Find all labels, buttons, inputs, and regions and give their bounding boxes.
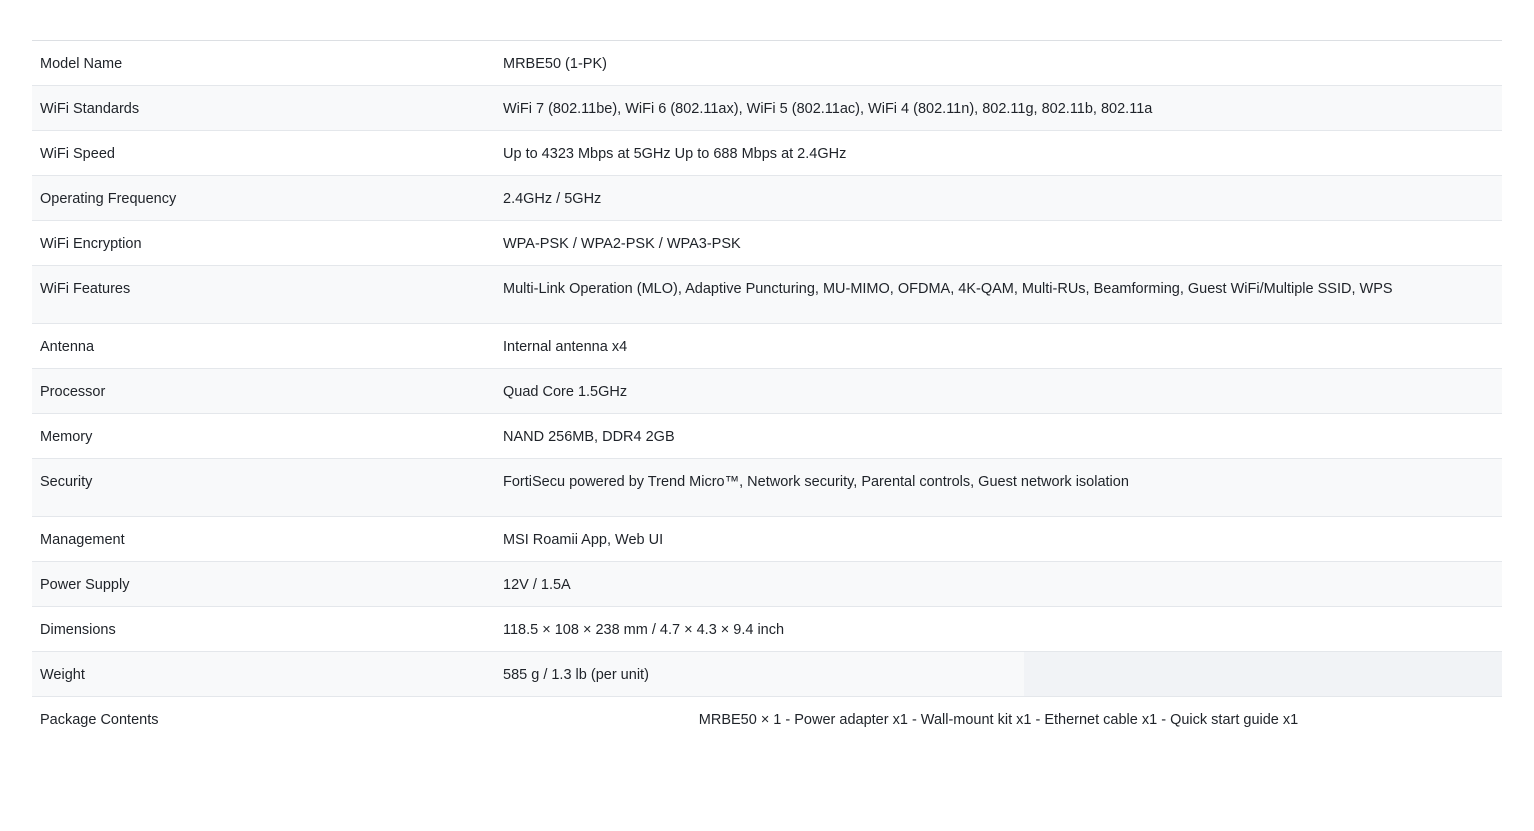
spec-row-operating-frequency: Operating Frequency 2.4GHz / 5GHz xyxy=(32,176,1502,221)
spec-value: MRBE50 (1-PK) xyxy=(503,56,607,72)
spec-value: Quad Core 1.5GHz xyxy=(503,384,628,400)
spec-row-antenna: Antenna Internal antenna x4 xyxy=(32,324,1502,369)
spec-row-power-supply: Power Supply 12V / 1.5A xyxy=(32,562,1502,607)
spec-label: Package Contents xyxy=(40,712,159,728)
spec-label: Memory xyxy=(40,429,93,445)
spec-row-memory: Memory NAND 256MB, DDR4 2GB xyxy=(32,414,1502,459)
spec-label: Security xyxy=(40,474,93,490)
specifications-table: Model Name MRBE50 (1-PK) WiFi Standards … xyxy=(32,40,1502,741)
spec-label: WiFi Encryption xyxy=(40,236,142,252)
spec-label: Antenna xyxy=(40,339,95,355)
spec-row-model-name: Model Name MRBE50 (1-PK) xyxy=(32,41,1502,86)
spec-value: 2.4GHz / 5GHz xyxy=(503,191,602,207)
spec-row-package-contents: Package Contents MRBE50 × 1 - Power adap… xyxy=(32,697,1502,741)
spec-label: Weight xyxy=(40,667,85,683)
spec-row-wifi-standards: WiFi Standards WiFi 7 (802.11be), WiFi 6… xyxy=(32,86,1502,131)
spec-row-security: Security FortiSecu powered by Trend Micr… xyxy=(32,459,1502,517)
spec-label: WiFi Speed xyxy=(40,146,115,162)
spec-label: Processor xyxy=(40,384,106,400)
spec-value: 585 g / 1.3 lb (per unit) xyxy=(503,667,649,683)
spec-row-management: Management MSI Roamii App, Web UI xyxy=(32,517,1502,562)
spec-value: MSI Roamii App, Web UI xyxy=(503,532,664,548)
spec-value: 12V / 1.5A xyxy=(503,577,571,593)
spec-value: MRBE50 × 1 - Power adapter x1 - Wall-mou… xyxy=(698,712,1299,728)
spec-label: Operating Frequency xyxy=(40,191,177,207)
spec-label: WiFi Standards xyxy=(40,101,140,117)
spec-value: 118.5 × 108 × 238 mm / 4.7 × 4.3 × 9.4 i… xyxy=(503,622,785,638)
spec-label: Management xyxy=(40,532,125,548)
spec-value: Up to 4323 Mbps at 5GHz Up to 688 Mbps a… xyxy=(503,146,847,162)
spec-value: WPA-PSK / WPA2-PSK / WPA3-PSK xyxy=(503,236,741,252)
spec-value: Multi-Link Operation (MLO), Adaptive Pun… xyxy=(503,281,1393,297)
spec-row-wifi-features: WiFi Features Multi-Link Operation (MLO)… xyxy=(32,266,1502,324)
spec-value: WiFi 7 (802.11be), WiFi 6 (802.11ax), Wi… xyxy=(503,101,1153,117)
spec-value: NAND 256MB, DDR4 2GB xyxy=(503,429,675,445)
spec-row-processor: Processor Quad Core 1.5GHz xyxy=(32,369,1502,414)
spec-label: Model Name xyxy=(40,56,123,72)
spec-label: Power Supply xyxy=(40,577,130,593)
spec-value: FortiSecu powered by Trend Micro™, Netwo… xyxy=(503,474,1129,490)
spec-row-weight: Weight 585 g / 1.3 lb (per unit) xyxy=(32,652,1502,697)
spec-label: Dimensions xyxy=(40,622,116,638)
spec-row-wifi-speed: WiFi Speed Up to 4323 Mbps at 5GHz Up to… xyxy=(32,131,1502,176)
spec-label: WiFi Features xyxy=(40,281,131,297)
spec-row-dimensions: Dimensions 118.5 × 108 × 238 mm / 4.7 × … xyxy=(32,607,1502,652)
spec-value: Internal antenna x4 xyxy=(503,339,628,355)
spec-row-wifi-encryption: WiFi Encryption WPA-PSK / WPA2-PSK / WPA… xyxy=(32,221,1502,266)
